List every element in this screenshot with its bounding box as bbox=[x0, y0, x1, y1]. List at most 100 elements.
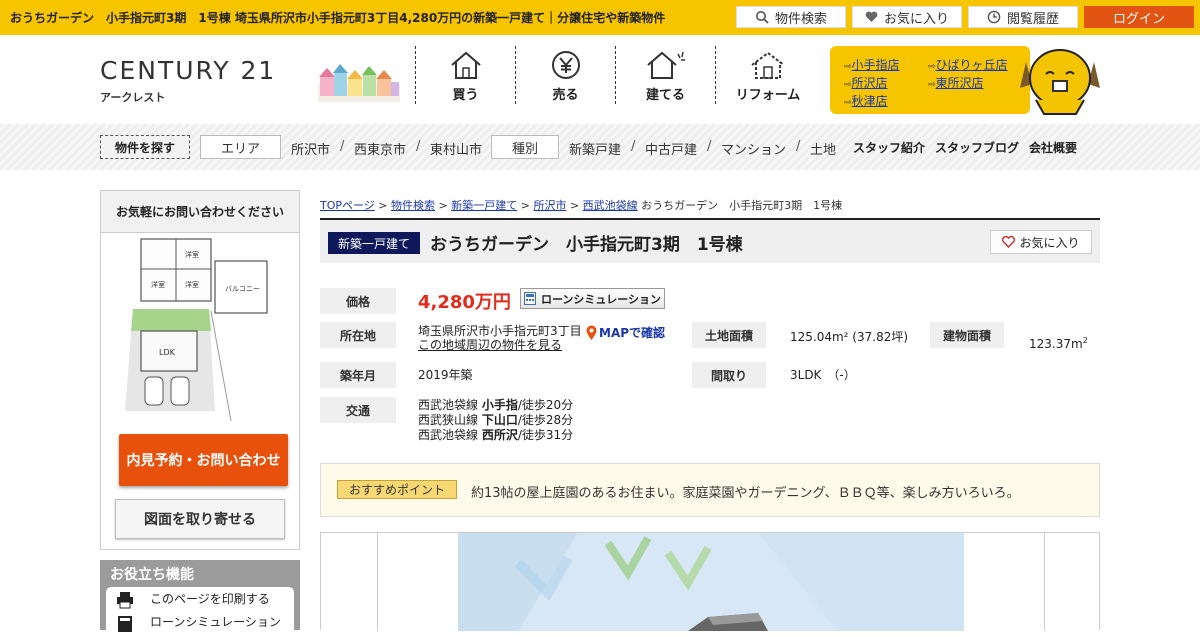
price-value: 4,280万円 bbox=[418, 292, 511, 313]
transport-row: 西武池袋線 西所沢/徒歩31分 bbox=[418, 428, 573, 443]
favorites-button[interactable]: お気に入り bbox=[852, 6, 962, 28]
map-link[interactable]: MAPで確認 bbox=[586, 324, 665, 341]
separator: / bbox=[796, 139, 801, 154]
type-link[interactable]: 新築戸建 bbox=[569, 139, 621, 158]
staff-blog-link[interactable]: スタッフブログ bbox=[935, 139, 1019, 156]
store-link[interactable]: ⇨ひばりヶ丘店 bbox=[928, 56, 1008, 73]
store-link[interactable]: ⇨所沢店 bbox=[844, 74, 888, 91]
property-search-button[interactable]: 物件検索 bbox=[736, 6, 846, 28]
transport-line: 西武狭山線 bbox=[418, 413, 479, 427]
transport-row: 西武狭山線 下山口/徒歩28分 bbox=[418, 413, 573, 428]
store-link[interactable]: ⇨小手指店 bbox=[844, 56, 900, 73]
site-logo[interactable]: CENTURY 21 アークレスト bbox=[100, 56, 276, 105]
nearby-properties-link[interactable]: この地域周辺の物件を見る bbox=[418, 338, 562, 353]
layout-label: 間取り bbox=[692, 362, 766, 388]
nav-buy[interactable]: 買う bbox=[415, 46, 515, 104]
breadcrumb-separator: > bbox=[569, 199, 580, 212]
yen-sell-icon bbox=[551, 51, 580, 79]
breadcrumb-link[interactable]: 西武池袋線 bbox=[583, 199, 638, 212]
nav-build-label: 建てる bbox=[645, 88, 685, 103]
dog-mascot-icon bbox=[1020, 49, 1100, 115]
breadcrumb-link[interactable]: TOPページ bbox=[320, 199, 375, 212]
photo-frame bbox=[377, 533, 1045, 631]
breadcrumb-link[interactable]: 所沢市 bbox=[533, 199, 566, 212]
recommend-panel: おすすめポイント 約13帖の屋上庭園のあるお住まい。家庭菜園やガーデニング、ＢＢ… bbox=[320, 463, 1100, 517]
property-photo[interactable] bbox=[458, 533, 964, 631]
map-pin-icon bbox=[586, 325, 597, 340]
breadcrumb-current: おうちガーデン 小手指元町3期 1号棟 bbox=[641, 199, 843, 212]
land-area-label: 土地面積 bbox=[692, 322, 766, 348]
address-value: 埼玉県所沢市小手指元町3丁目 bbox=[418, 324, 582, 338]
contact-heading: お気軽にお問い合わせください bbox=[101, 191, 299, 233]
type-button[interactable]: 種別 bbox=[491, 135, 559, 159]
floorplan-image[interactable]: 洋室 洋室 洋室 バルコニー LDK bbox=[121, 235, 281, 425]
calculator-icon bbox=[118, 616, 132, 632]
request-floorplan-button[interactable]: 図面を取り寄せる bbox=[115, 499, 285, 539]
property-title-bar: 新築一戸建て おうちガーデン 小手指元町3期 1号棟 お気に入り bbox=[320, 218, 1100, 263]
area-link[interactable]: 西東京市 bbox=[354, 139, 406, 158]
heart-outline-icon bbox=[1002, 236, 1016, 248]
transport-station: 小手指 bbox=[481, 398, 518, 412]
loan-simulation-link[interactable]: ローンシミュレーション bbox=[150, 613, 281, 630]
add-favorite-label: お気に入り bbox=[1019, 235, 1080, 250]
transport-line: 西武池袋線 bbox=[418, 398, 479, 412]
login-button[interactable]: ログイン bbox=[1084, 6, 1194, 28]
room-label: バルコニー bbox=[225, 285, 260, 293]
type-link[interactable]: 土地 bbox=[810, 139, 836, 158]
area-button[interactable]: エリア bbox=[200, 135, 281, 159]
nav-sell-label: 売る bbox=[552, 88, 579, 103]
staff-link[interactable]: スタッフ紹介 bbox=[853, 139, 925, 156]
reserve-visit-button[interactable]: 内見予約・お問い合わせ bbox=[119, 434, 288, 486]
print-page-link[interactable]: このページを印刷する bbox=[150, 590, 270, 607]
breadcrumb-separator: > bbox=[520, 199, 530, 212]
transport-walk: /徒歩20分 bbox=[517, 398, 574, 412]
building-area-label: 建物面積 bbox=[930, 322, 1004, 348]
contact-panel: お気軽にお問い合わせください 洋室 洋室 洋室 バルコニー LDK 内見予約・お… bbox=[100, 190, 300, 550]
breadcrumb-separator: > bbox=[438, 199, 448, 212]
heart-icon bbox=[865, 11, 878, 22]
store-link[interactable]: ⇨秋津店 bbox=[844, 92, 888, 109]
house-reform-icon bbox=[751, 51, 785, 79]
building-area-value: 123.37m2 bbox=[1029, 333, 1088, 352]
loan-simulation-button[interactable]: ローンシミュレーション bbox=[520, 288, 665, 309]
breadcrumb: TOPページ > 物件検索 > 新築一戸建て > 所沢市 > 西武池袋線 おうち… bbox=[320, 197, 842, 213]
history-label: 閲覧履歴 bbox=[1006, 11, 1059, 27]
area-link[interactable]: 所沢市 bbox=[291, 139, 330, 158]
area-link[interactable]: 東村山市 bbox=[430, 139, 482, 158]
loan-simulation-label: ローンシミュレーション bbox=[540, 292, 661, 306]
recommend-badge: おすすめポイント bbox=[337, 480, 457, 499]
find-property-label: 物件を探す bbox=[100, 135, 190, 159]
history-button[interactable]: 閲覧履歴 bbox=[968, 6, 1078, 28]
transport-walk: /徒歩28分 bbox=[517, 413, 574, 427]
useful-features-panel: お役立ち機能 このページを印刷する ローンシミュレーション bbox=[100, 560, 300, 637]
add-favorite-button[interactable]: お気に入り bbox=[990, 230, 1092, 254]
printer-icon bbox=[117, 592, 133, 609]
map-link-label: MAPで確認 bbox=[599, 326, 666, 340]
nav-reform[interactable]: リフォーム bbox=[715, 46, 820, 104]
nav-build[interactable]: 建てる bbox=[615, 46, 715, 104]
transport-station: 西所沢 bbox=[481, 428, 518, 442]
store-link[interactable]: ⇨東所沢店 bbox=[928, 74, 984, 91]
top-bar: おうちガーデン 小手指元町3期 1号棟 埼玉県所沢市小手指元町3丁目4,280万… bbox=[0, 0, 1200, 35]
breadcrumb-link[interactable]: 新築一戸建て bbox=[451, 199, 517, 212]
breadcrumb-link[interactable]: 物件検索 bbox=[391, 199, 435, 212]
search-label: 物件検索 bbox=[774, 11, 827, 27]
transport-label: 交通 bbox=[320, 397, 396, 423]
type-link[interactable]: マンション bbox=[721, 139, 786, 158]
nav-buy-label: 買う bbox=[452, 88, 479, 103]
property-title: おうちガーデン 小手指元町3期 1号棟 bbox=[430, 235, 743, 255]
type-link[interactable]: 中古戸建 bbox=[645, 139, 697, 158]
page-title: おうちガーデン 小手指元町3期 1号棟 埼玉県所沢市小手指元町3丁目4,280万… bbox=[10, 11, 670, 25]
price-label: 価格 bbox=[320, 288, 396, 314]
room-label: 洋室 bbox=[185, 250, 199, 259]
nav-reform-label: リフォーム bbox=[735, 88, 801, 103]
separator: / bbox=[416, 139, 421, 154]
separator: / bbox=[340, 139, 345, 154]
address-label: 所在地 bbox=[320, 322, 396, 348]
store-links-panel: ⇨小手指店 ⇨ひばりヶ丘店 ⇨所沢店 ⇨東所沢店 ⇨秋津店 bbox=[830, 46, 1030, 114]
favorites-label: お気に入り bbox=[883, 11, 949, 27]
building-area-unit-sup: 2 bbox=[1082, 336, 1088, 345]
nav-sell[interactable]: 売る bbox=[515, 46, 615, 104]
company-link[interactable]: 会社概要 bbox=[1029, 139, 1077, 156]
built-label: 築年月 bbox=[320, 362, 396, 388]
